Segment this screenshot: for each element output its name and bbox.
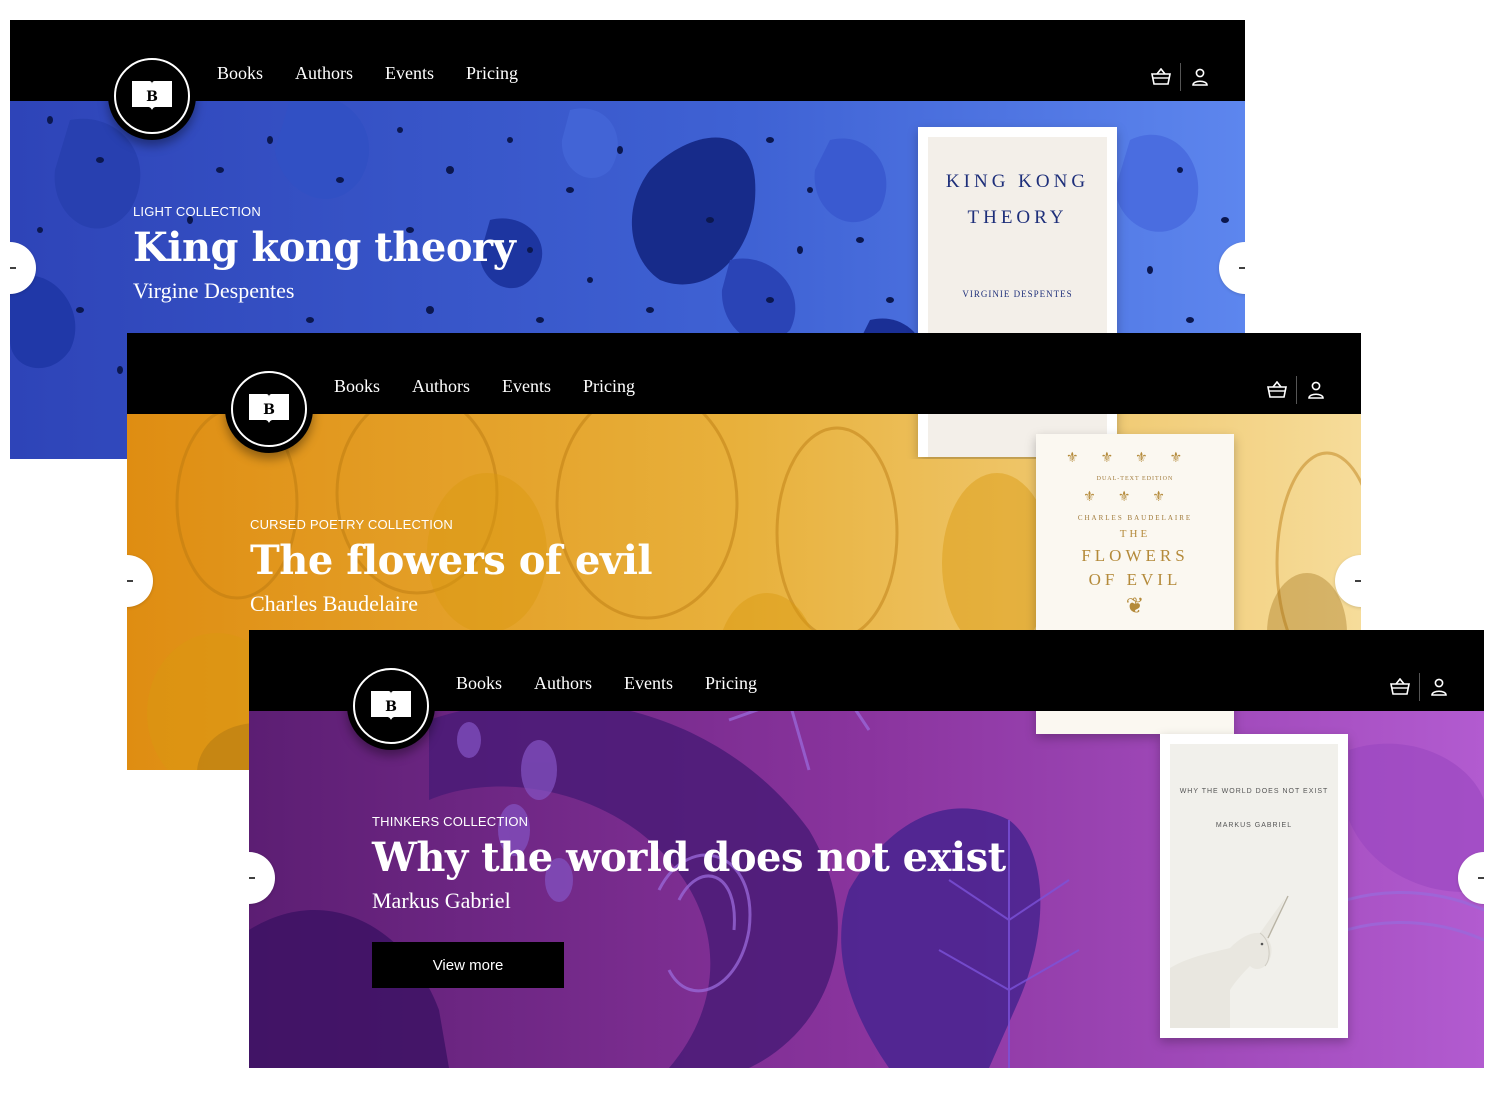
- collection-label: LIGHT COLLECTION: [133, 204, 261, 219]
- icon-divider: [1419, 673, 1420, 701]
- basket-icon[interactable]: [1146, 62, 1176, 92]
- logo-letter: B: [146, 89, 158, 105]
- open-book-icon: B: [371, 691, 411, 720]
- cover-title-line2: THEORY: [967, 207, 1068, 228]
- book-author: Charles Baudelaire: [250, 591, 418, 616]
- nav-authors[interactable]: Authors: [534, 673, 592, 694]
- brand-logo[interactable]: B: [108, 52, 196, 140]
- cover-title-line1: THE: [1119, 528, 1151, 540]
- nav-authors[interactable]: Authors: [295, 63, 353, 84]
- main-nav: Books Authors Events Pricing: [217, 63, 518, 84]
- nav-authors[interactable]: Authors: [412, 376, 470, 397]
- cover-title-line1: KING KONG: [945, 171, 1090, 192]
- brand-logo[interactable]: B: [347, 662, 435, 750]
- fleur-ornament-row: ⚜⚜⚜⚜: [1065, 450, 1205, 466]
- cover-title-line3: OF EVIL: [1088, 570, 1182, 589]
- nav-icons: [1385, 672, 1454, 702]
- arrow-left-icon: [249, 877, 255, 879]
- nav-events[interactable]: Events: [385, 63, 434, 84]
- view-more-button[interactable]: View more: [372, 942, 564, 988]
- cover-author: VIRGINIE DESPENTES: [962, 289, 1073, 299]
- cover-edition: DUAL-TEXT EDITION: [1096, 476, 1174, 482]
- user-icon[interactable]: [1301, 375, 1331, 405]
- cover-title: WHY THE WORLD DOES NOT EXIST: [1179, 788, 1329, 795]
- main-nav: Books Authors Events Pricing: [334, 376, 635, 397]
- book-author: Markus Gabriel: [372, 888, 511, 913]
- unicorn-illustration: [1170, 895, 1289, 1028]
- open-book-icon: B: [132, 81, 172, 110]
- nav-icons: [1146, 62, 1215, 92]
- icon-divider: [1180, 63, 1181, 91]
- nav-pricing[interactable]: Pricing: [705, 673, 757, 694]
- book-title: The flowers of evil: [250, 537, 653, 584]
- icon-divider: [1296, 376, 1297, 404]
- book-cover[interactable]: WHY THE WORLD DOES NOT EXIST MARKUS GABR…: [1160, 734, 1348, 1038]
- basket-icon[interactable]: [1385, 672, 1415, 702]
- nav-icons: [1262, 375, 1331, 405]
- arrow-right-icon: [1478, 877, 1484, 879]
- fleur-ornament-row: ⚜⚜⚜: [1083, 489, 1187, 505]
- main-nav: Books Authors Events Pricing: [456, 673, 757, 694]
- book-title: King kong theory: [133, 224, 516, 271]
- nav-books[interactable]: Books: [334, 376, 380, 397]
- open-book-icon: B: [249, 394, 289, 423]
- logo-letter: B: [385, 699, 397, 715]
- book-author: Virgine Despentes: [133, 278, 295, 303]
- basket-icon[interactable]: [1262, 375, 1292, 405]
- arrow-right-icon: [1239, 267, 1245, 269]
- arrow-left-icon: [127, 580, 133, 582]
- nav-books[interactable]: Books: [217, 63, 263, 84]
- brand-logo[interactable]: B: [225, 365, 313, 453]
- hero-slide-thinkers-collection: Books Authors Events Pricing B THINKERS …: [249, 630, 1484, 1068]
- cover-title-line2: FLOWERS: [1081, 546, 1189, 565]
- nav-events[interactable]: Events: [502, 376, 551, 397]
- nav-pricing[interactable]: Pricing: [583, 376, 635, 397]
- collection-label: CURSED POETRY COLLECTION: [250, 517, 453, 532]
- cover-author: CHARLES BAUDELAIRE: [1077, 514, 1193, 522]
- fleur-ornament-bottom: ❦: [1125, 594, 1145, 619]
- logo-letter: B: [263, 402, 275, 418]
- arrow-right-icon: [1355, 580, 1361, 582]
- book-title: Why the world does not exist: [372, 834, 1006, 881]
- nav-events[interactable]: Events: [624, 673, 673, 694]
- user-icon[interactable]: [1424, 672, 1454, 702]
- arrow-left-icon: [10, 267, 16, 269]
- user-icon[interactable]: [1185, 62, 1215, 92]
- nav-pricing[interactable]: Pricing: [466, 63, 518, 84]
- nav-books[interactable]: Books: [456, 673, 502, 694]
- collection-label: THINKERS COLLECTION: [372, 814, 529, 829]
- cover-author: MARKUS GABRIEL: [1215, 822, 1293, 829]
